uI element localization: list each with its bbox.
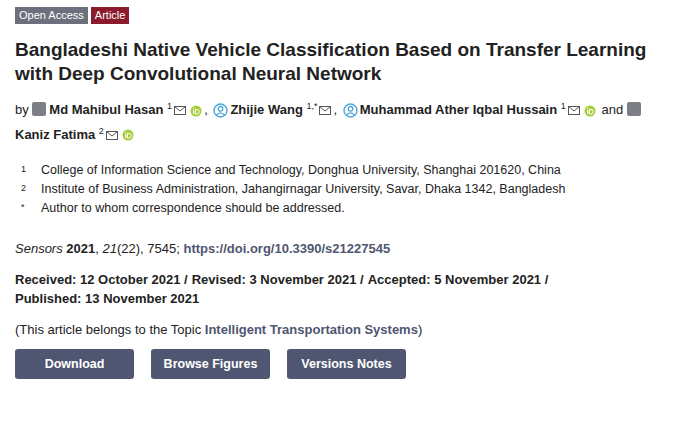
affiliation-ref: 2 (99, 125, 104, 135)
orcid-icon[interactable] (584, 105, 596, 117)
article-badge: Open Access (15, 7, 88, 24)
citation-part: Sensors (15, 241, 63, 256)
topic-suffix: ) (418, 322, 422, 337)
user-avatar-icon[interactable] (213, 103, 228, 118)
affiliation-ref: 1,* (306, 101, 317, 111)
article-badge: Article (91, 7, 130, 24)
affiliation-ref: 1 (167, 101, 172, 111)
affiliation-text: Author to whom correspondence should be … (41, 201, 345, 215)
topic-note: (This article belongs to the Topic Intel… (15, 322, 661, 337)
author: Muhammad Ather Iqbal Hussain 1 and (341, 102, 627, 117)
envelope-icon[interactable] (568, 106, 580, 115)
author-name[interactable]: Zhijie Wang (230, 102, 302, 117)
browse-figures-button[interactable]: Browse Figures (151, 349, 270, 379)
envelope-icon[interactable] (106, 131, 118, 140)
badge-row: Open AccessArticle (15, 7, 661, 24)
date-entry: Revised: 3 November 2021 / (192, 270, 364, 289)
citation-part: 2021 (63, 241, 96, 256)
envelope-icon[interactable] (174, 106, 186, 115)
author-name[interactable]: Muhammad Ather Iqbal Hussain (360, 102, 557, 117)
affiliation-list: 1College of Information Science and Tech… (15, 163, 661, 215)
date-entry: Published: 13 November 2021 (15, 289, 199, 308)
download-button[interactable]: Download (15, 349, 134, 379)
author-separator: , (333, 102, 337, 117)
affiliation-ref: 1 (561, 101, 566, 111)
publication-dates: Received: 12 October 2021 /Revised: 3 No… (15, 270, 575, 308)
author: Md Mahibul Hasan 1, (32, 102, 211, 117)
doi-link[interactable]: https://doi.org/10.3390/s21227545 (183, 241, 390, 256)
affiliation-number: * (15, 201, 41, 215)
author-photo[interactable] (32, 102, 46, 116)
author-list: by Md Mahibul Hasan 1, Zhijie Wang 1,*, … (15, 96, 661, 145)
topic-prefix: (This article belongs to the Topic (15, 322, 205, 337)
action-buttons: Download Browse Figures Versions Notes (15, 349, 661, 379)
date-entry: Accepted: 5 November 2021 / (368, 270, 549, 289)
user-avatar-icon[interactable] (343, 103, 358, 118)
versions-notes-button[interactable]: Versions Notes (287, 349, 406, 379)
citation-part: 21 (102, 241, 116, 256)
citation: Sensors 2021, 21(22), 7545; https://doi.… (15, 241, 661, 256)
affiliation: 1College of Information Science and Tech… (15, 163, 661, 177)
author-name[interactable]: Md Mahibul Hasan (49, 102, 163, 117)
topic-link[interactable]: Intelligent Transportation Systems (205, 322, 418, 337)
orcid-icon[interactable] (190, 105, 202, 117)
affiliation-text: Institute of Business Administration, Ja… (41, 182, 565, 196)
authors-prefix: by (15, 102, 29, 117)
article-title: Bangladeshi Native Vehicle Classificatio… (15, 38, 661, 86)
affiliation-text: College of Information Science and Techn… (41, 163, 561, 177)
author-photo[interactable] (627, 102, 641, 116)
envelope-icon[interactable] (319, 106, 331, 115)
citation-part: (22), 7545; (117, 241, 184, 256)
affiliation: 2Institute of Business Administration, J… (15, 182, 661, 196)
author-separator: and (601, 102, 623, 117)
orcid-icon[interactable] (122, 129, 134, 141)
author-name[interactable]: Kaniz Fatima (15, 127, 95, 142)
affiliation: *Author to whom correspondence should be… (15, 201, 661, 215)
citation-part: , (95, 241, 102, 256)
date-entry: Received: 12 October 2021 / (15, 270, 188, 289)
author: Zhijie Wang 1,*, (211, 102, 340, 117)
affiliation-number: 1 (15, 163, 41, 177)
author-separator: , (204, 102, 208, 117)
affiliation-number: 2 (15, 182, 41, 196)
